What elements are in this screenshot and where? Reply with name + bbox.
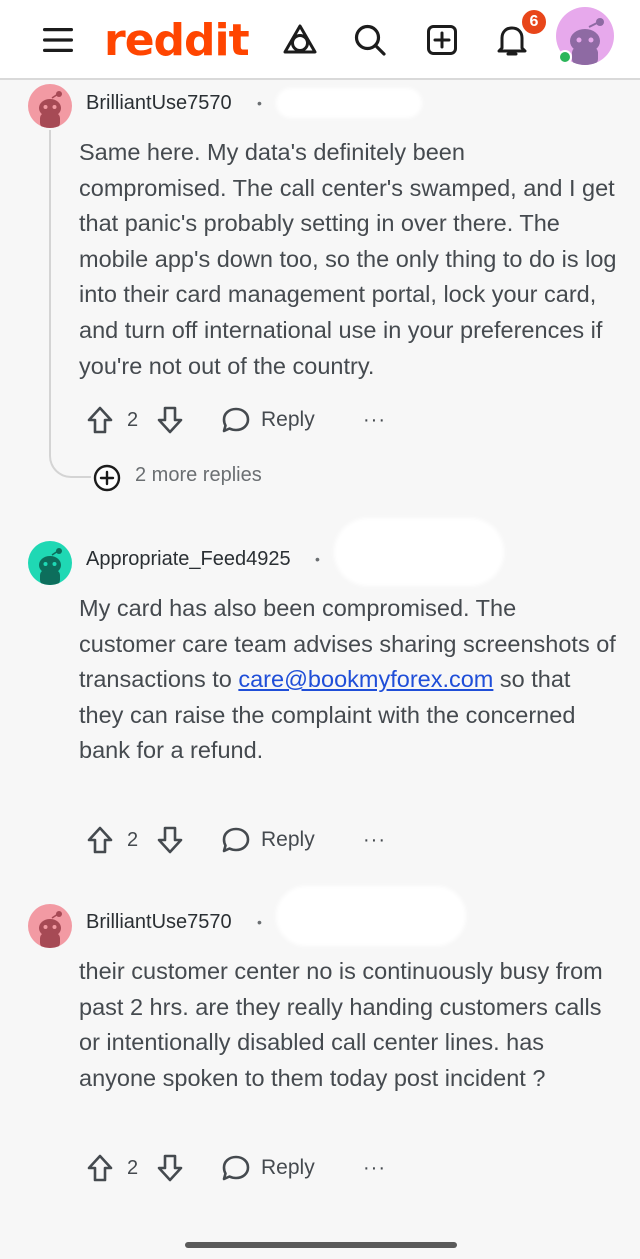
commenter-avatar[interactable] <box>28 904 72 948</box>
more-replies-label[interactable]: 2 more replies <box>135 464 262 487</box>
redacted-area <box>276 886 466 946</box>
downvote-icon[interactable] <box>154 1152 186 1184</box>
more-replies-expander[interactable] <box>92 462 122 494</box>
redacted-area <box>276 88 422 118</box>
online-status-dot <box>558 50 572 64</box>
popular-icon[interactable] <box>278 18 322 62</box>
comment-username[interactable]: BrilliantUse7570 <box>86 92 232 115</box>
comment-body: My card has also been compromised. The c… <box>79 591 619 769</box>
create-post-icon[interactable] <box>420 18 464 62</box>
search-icon[interactable] <box>348 18 392 62</box>
upvote-icon[interactable] <box>84 824 116 856</box>
expand-plus-icon <box>93 464 121 492</box>
comment-actions: 2 Reply ··· <box>0 400 640 440</box>
comment-username[interactable]: Appropriate_Feed4925 <box>86 548 291 571</box>
vote-count: 2 <box>127 829 139 851</box>
reply-icon[interactable] <box>220 404 252 436</box>
redacted-area <box>334 518 504 586</box>
comment-username[interactable]: BrilliantUse7570 <box>86 911 232 934</box>
downvote-icon[interactable] <box>154 824 186 856</box>
comment-actions: 2 Reply ··· <box>0 820 640 860</box>
reply-icon[interactable] <box>220 824 252 856</box>
commenter-avatar[interactable] <box>28 84 72 128</box>
vote-count: 2 <box>127 1157 139 1179</box>
meta-separator: • <box>257 914 262 930</box>
meta-separator: • <box>257 95 262 111</box>
reply-icon[interactable] <box>220 1152 252 1184</box>
reply-button[interactable]: Reply <box>261 408 315 432</box>
top-app-bar: reddit 6 <box>0 0 640 80</box>
upvote-icon[interactable] <box>84 404 116 436</box>
notification-badge: 6 <box>520 8 548 36</box>
home-indicator[interactable] <box>185 1242 457 1248</box>
comment-actions: 2 Reply ··· <box>0 1148 640 1188</box>
more-options-button[interactable]: ··· <box>363 1157 386 1180</box>
reddit-logo[interactable]: reddit <box>104 12 250 68</box>
more-options-button[interactable]: ··· <box>363 829 386 852</box>
menu-icon[interactable] <box>38 20 78 60</box>
meta-separator: • <box>315 551 320 567</box>
commenter-avatar[interactable] <box>28 541 72 585</box>
reply-button[interactable]: Reply <box>261 1156 315 1180</box>
upvote-icon[interactable] <box>84 1152 116 1184</box>
vote-count: 2 <box>127 409 139 431</box>
more-options-button[interactable]: ··· <box>363 409 386 432</box>
comment-body: Same here. My data's definitely been com… <box>79 139 617 379</box>
reply-button[interactable]: Reply <box>261 828 315 852</box>
email-link[interactable]: care@bookmyforex.com <box>238 666 493 692</box>
downvote-icon[interactable] <box>154 404 186 436</box>
comment-body: their customer center no is continuously… <box>79 958 603 1091</box>
